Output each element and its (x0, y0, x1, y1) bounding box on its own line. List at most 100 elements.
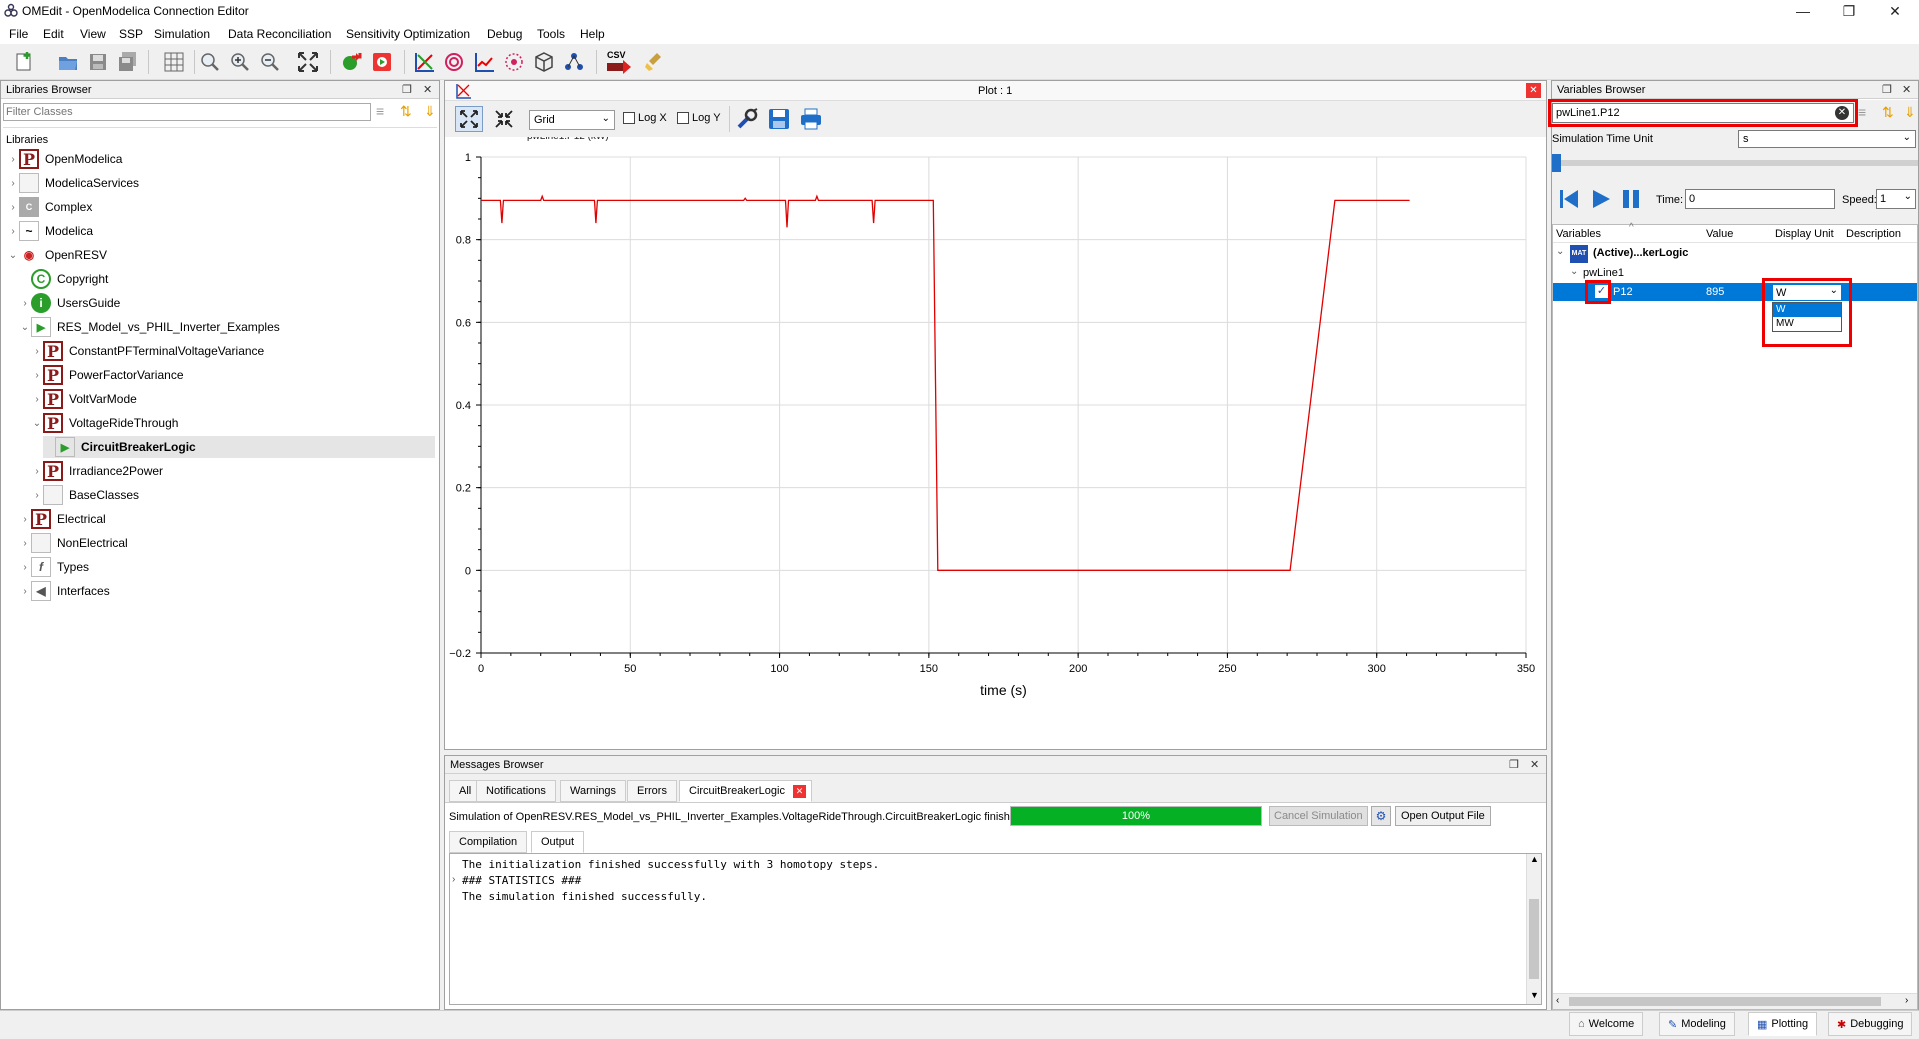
parametric-plot-icon[interactable] (442, 50, 466, 74)
zoom-in-icon[interactable] (228, 50, 252, 74)
menu-simulation[interactable]: Simulation (154, 27, 210, 41)
fit-in-view-plot-icon[interactable] (491, 106, 517, 132)
check-model-icon[interactable] (340, 50, 364, 74)
tree-item[interactable]: › f Types (19, 556, 89, 578)
debugging-perspective-tab[interactable]: ✱ Debugging (1828, 1012, 1913, 1036)
tree-item[interactable]: › P Electrical (19, 508, 106, 530)
undock-icon[interactable]: ❐ (1882, 83, 1892, 96)
chevron-right-icon[interactable]: › (7, 178, 19, 189)
chevron-down-icon[interactable]: ⌄ (31, 418, 43, 429)
tree-item[interactable]: › P ConstantPFTerminalVoltageVariance (31, 340, 264, 362)
menu-view[interactable]: View (80, 27, 106, 41)
column-variables[interactable]: Variables (1556, 228, 1601, 240)
tree-item[interactable]: › P OpenModelica (7, 148, 122, 170)
chevron-right-icon[interactable]: › (7, 226, 19, 237)
export-plot-icon[interactable] (767, 107, 791, 134)
pwline1-node[interactable]: pwLine1 (1583, 267, 1624, 279)
filter-options-icon[interactable]: ≡ (376, 103, 384, 119)
tree-item[interactable]: › P VoltVarMode (31, 388, 137, 410)
array-parametric-plot-icon[interactable] (502, 50, 526, 74)
plotting-perspective-tab[interactable]: ▦ Plotting (1748, 1012, 1818, 1036)
menu-help[interactable]: Help (580, 27, 605, 41)
close-panel-icon[interactable]: ✕ (1530, 758, 1539, 771)
chevron-right-icon[interactable]: › (31, 346, 43, 357)
time-slider-handle[interactable] (1552, 154, 1561, 172)
tree-item[interactable]: C Copyright (19, 268, 108, 290)
tree-item[interactable]: ⌄ ◉ OpenRESV (7, 244, 107, 266)
output-text-area[interactable]: The initialization finished successfully… (449, 853, 1542, 1005)
variables-horizontal-scrollbar[interactable]: ‹ › (1553, 993, 1917, 1009)
play-icon[interactable] (1590, 188, 1612, 213)
print-plot-icon[interactable] (799, 107, 823, 134)
open-output-file-button[interactable]: Open Output File (1395, 806, 1491, 826)
time-unit-select[interactable]: s ⌄ (1738, 130, 1916, 148)
clear-all-icon[interactable] (642, 50, 666, 74)
welcome-perspective-tab[interactable]: ⌂ Welcome (1569, 1012, 1644, 1036)
scroll-right-icon[interactable]: › (1905, 995, 1908, 1006)
sort-icon[interactable]: ⇅ (1882, 104, 1894, 121)
menu-debug[interactable]: Debug (487, 27, 522, 41)
log-x-check-icon[interactable] (623, 112, 635, 124)
new-file-icon[interactable] (12, 50, 36, 74)
tree-item[interactable]: › C Complex (7, 196, 92, 218)
log-x-checkbox[interactable]: Log X (623, 112, 667, 124)
minimize-button[interactable]: — (1780, 0, 1826, 22)
speed-select[interactable]: 1 ⌄ (1876, 189, 1916, 209)
tree-item[interactable]: › NonElectrical (19, 532, 128, 554)
simulate-icon[interactable] (370, 50, 394, 74)
close-plot-icon[interactable]: ✕ (1526, 83, 1541, 98)
rewind-icon[interactable] (1558, 188, 1580, 213)
tree-item[interactable]: › i UsersGuide (19, 292, 120, 314)
tab-notifications[interactable]: Notifications (476, 780, 556, 802)
menu-sensitivity-optimization[interactable]: Sensitivity Optimization (346, 27, 470, 41)
maximize-button[interactable]: ❐ (1826, 0, 1872, 22)
result-file-node[interactable]: (Active)...kerLogic (1593, 247, 1688, 259)
menu-tools[interactable]: Tools (537, 27, 565, 41)
close-panel-icon[interactable]: ✕ (1902, 83, 1911, 96)
chevron-right-icon[interactable]: › (19, 562, 31, 573)
tab-errors[interactable]: Errors (627, 780, 677, 802)
array-plot-icon[interactable] (472, 50, 496, 74)
tree-item[interactable]: › ~ Modelica (7, 220, 93, 242)
chevron-right-icon[interactable]: › (19, 298, 31, 309)
menu-data-reconciliation[interactable]: Data Reconciliation (228, 27, 331, 41)
tree-item[interactable]: › ◀ Interfaces (19, 580, 110, 602)
modeling-perspective-tab[interactable]: ✎ Modeling (1659, 1012, 1735, 1036)
menu-edit[interactable]: Edit (43, 27, 64, 41)
filter-classes-field[interactable] (4, 104, 364, 120)
grid-icon[interactable] (162, 50, 186, 74)
chevron-right-icon[interactable]: › (31, 466, 43, 477)
close-panel-icon[interactable]: ✕ (423, 83, 432, 96)
tree-item[interactable]: › P Irradiance2Power (31, 460, 163, 482)
chevron-down-icon[interactable]: ⌄ (1570, 266, 1578, 277)
debug-more-icon[interactable]: ⚙ (1371, 806, 1391, 826)
tree-item[interactable]: ⌄ P VoltageRideThrough (31, 412, 178, 434)
animation-icon[interactable] (532, 50, 556, 74)
collapse-all-icon[interactable]: ⇓ (424, 103, 436, 120)
close-window-button[interactable]: ✕ (1872, 0, 1918, 22)
chevron-right-icon[interactable]: › (31, 490, 43, 501)
new-plot-icon[interactable] (412, 50, 436, 74)
log-y-checkbox[interactable]: Log Y (677, 112, 721, 124)
chevron-right-icon[interactable]: › (19, 514, 31, 525)
plot-chart[interactable]: 0 50 100 150 200 250 300 350 −0.2 0 0.2 0.4 0.6 0.8 1 t… (445, 137, 1546, 749)
tab-output[interactable]: Output (531, 831, 585, 853)
menu-file[interactable]: File (9, 27, 28, 41)
filter-options-icon[interactable]: ≡ (1858, 104, 1866, 120)
grid-select[interactable]: Grid ⌄ (529, 110, 615, 130)
tree-item[interactable]: › ModelicaServices (7, 172, 139, 194)
undock-icon[interactable]: ❐ (402, 83, 412, 96)
log-y-check-icon[interactable] (677, 112, 689, 124)
zoom-out-icon[interactable] (258, 50, 282, 74)
save-all-icon[interactable] (116, 50, 140, 74)
scroll-left-icon[interactable]: ‹ (1556, 995, 1559, 1006)
export-csv-icon[interactable]: CSV (604, 50, 634, 74)
chevron-right-icon[interactable]: › (7, 202, 19, 213)
chevron-right-icon[interactable]: › (19, 538, 31, 549)
chevron-down-icon[interactable]: ⌄ (19, 322, 31, 333)
scroll-thumb[interactable] (1569, 997, 1881, 1006)
sort-icon[interactable]: ⇅ (400, 103, 412, 120)
tab-warnings[interactable]: Warnings (560, 780, 627, 802)
filter-classes-input[interactable] (3, 103, 371, 121)
tree-item[interactable]: › BaseClasses (31, 484, 139, 506)
